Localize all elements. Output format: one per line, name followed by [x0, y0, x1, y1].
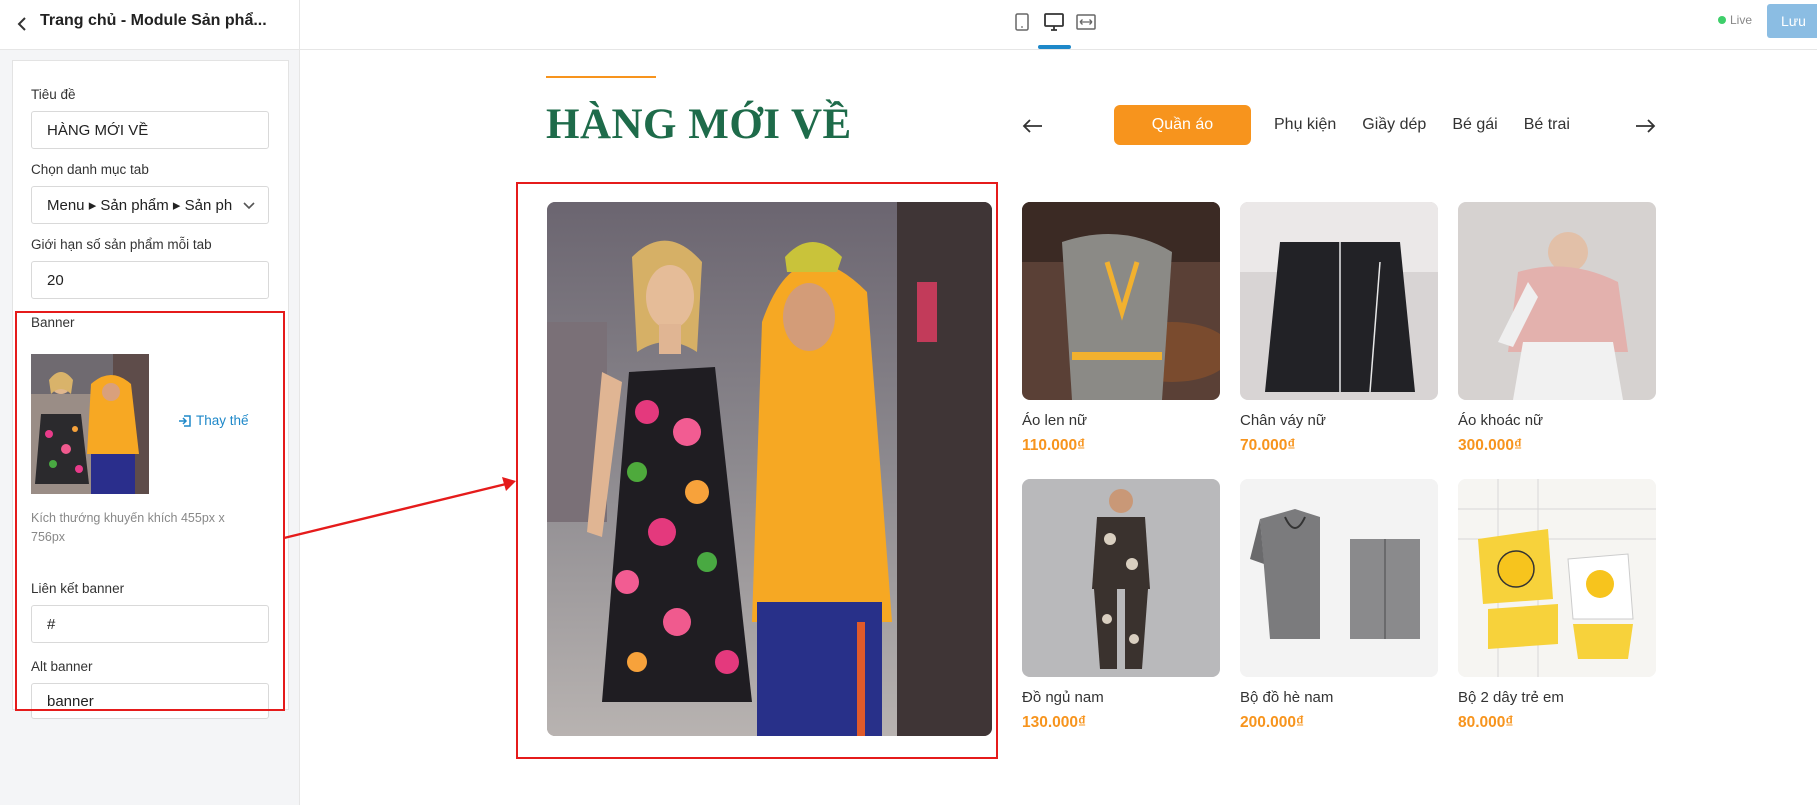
tab-phu-kien[interactable]: Phụ kiện: [1261, 105, 1349, 145]
red-arrow-annotation: [283, 477, 516, 540]
product-image[interactable]: [1022, 479, 1220, 677]
product-image[interactable]: [1458, 202, 1656, 400]
product-price: 70.000₫: [1240, 437, 1296, 454]
product-name[interactable]: Bộ đồ hè nam: [1240, 689, 1438, 706]
product-image[interactable]: [1022, 202, 1220, 400]
live-status: Live: [1718, 13, 1752, 27]
product-card[interactable]: Áo len nữ 110.000₫: [1022, 202, 1220, 455]
back-arrow-icon[interactable]: [10, 12, 34, 36]
title-label: Tiêu đề: [31, 87, 76, 102]
title-input[interactable]: HÀNG MỚI VỀ: [31, 111, 269, 149]
top-bar: Trang chủ - Module Sản phẩ... Live Lưu: [0, 0, 1817, 50]
limit-input[interactable]: 20: [31, 261, 269, 299]
product-card[interactable]: Chân váy nữ 70.000₫: [1240, 202, 1438, 455]
product-price: 110.000₫: [1022, 437, 1086, 454]
product-card[interactable]: Bộ đồ hè nam 200.000₫: [1240, 479, 1438, 732]
tab-be-trai[interactable]: Bé trai: [1511, 105, 1583, 145]
product-name[interactable]: Chân váy nữ: [1240, 412, 1438, 429]
active-view-indicator: [1038, 45, 1071, 49]
product-name[interactable]: Áo khoác nữ: [1458, 412, 1656, 429]
product-name[interactable]: Đồ ngủ nam: [1022, 689, 1220, 706]
product-price: 80.000₫: [1458, 714, 1514, 731]
product-card[interactable]: Bộ 2 dây trẻ em 80.000₫: [1458, 479, 1656, 732]
tab-giay-dep[interactable]: Giầy dép: [1349, 105, 1439, 145]
section-accent-line: [546, 76, 656, 78]
product-name[interactable]: Bộ 2 dây trẻ em: [1458, 689, 1656, 706]
product-price: 300.000₫: [1458, 437, 1522, 454]
tab-be-gai[interactable]: Bé gái: [1439, 105, 1510, 145]
desktop-view-icon[interactable]: [1042, 10, 1066, 34]
product-price: 130.000₫: [1022, 714, 1086, 731]
product-image[interactable]: [1240, 202, 1438, 400]
section-title: HÀNG MỚI VỀ: [546, 101, 852, 148]
product-price: 200.000₫: [1240, 714, 1304, 731]
tab-quan-ao[interactable]: Quần áo: [1114, 105, 1251, 145]
divider: [299, 0, 300, 50]
limit-label: Giới hạn số sản phẩm mỗi tab: [31, 237, 212, 252]
product-card[interactable]: Đồ ngủ nam 130.000₫: [1022, 479, 1220, 732]
category-tabs: Quần áo Phụ kiện Giầy dép Bé gái Bé trai: [1114, 105, 1583, 145]
highlight-box-banner-settings: [15, 311, 285, 711]
product-name[interactable]: Áo len nữ: [1022, 412, 1220, 429]
live-dot-icon: [1718, 16, 1726, 24]
arrow-left-icon[interactable]: [1020, 116, 1046, 136]
mobile-view-icon[interactable]: [1010, 10, 1034, 34]
view-switcher: [1010, 10, 1098, 40]
tab-category-label: Chọn danh mục tab: [31, 162, 149, 177]
fullwidth-view-icon[interactable]: [1074, 10, 1098, 34]
product-image[interactable]: [1240, 479, 1438, 677]
live-label: Live: [1730, 13, 1753, 27]
product-image[interactable]: [1458, 479, 1656, 677]
product-card[interactable]: Áo khoác nữ 300.000₫: [1458, 202, 1656, 455]
chevron-down-icon: [242, 198, 256, 216]
save-button[interactable]: Lưu: [1767, 4, 1817, 38]
page-title: Trang chủ - Module Sản phẩ...: [40, 12, 267, 29]
tab-category-select[interactable]: Menu ▸ Sản phẩm ▸ Sản ph: [31, 186, 269, 224]
tab-category-value: Menu ▸ Sản phẩm ▸ Sản ph: [47, 197, 233, 214]
highlight-box-banner-preview: [516, 182, 998, 759]
arrow-right-icon[interactable]: [1632, 116, 1658, 136]
